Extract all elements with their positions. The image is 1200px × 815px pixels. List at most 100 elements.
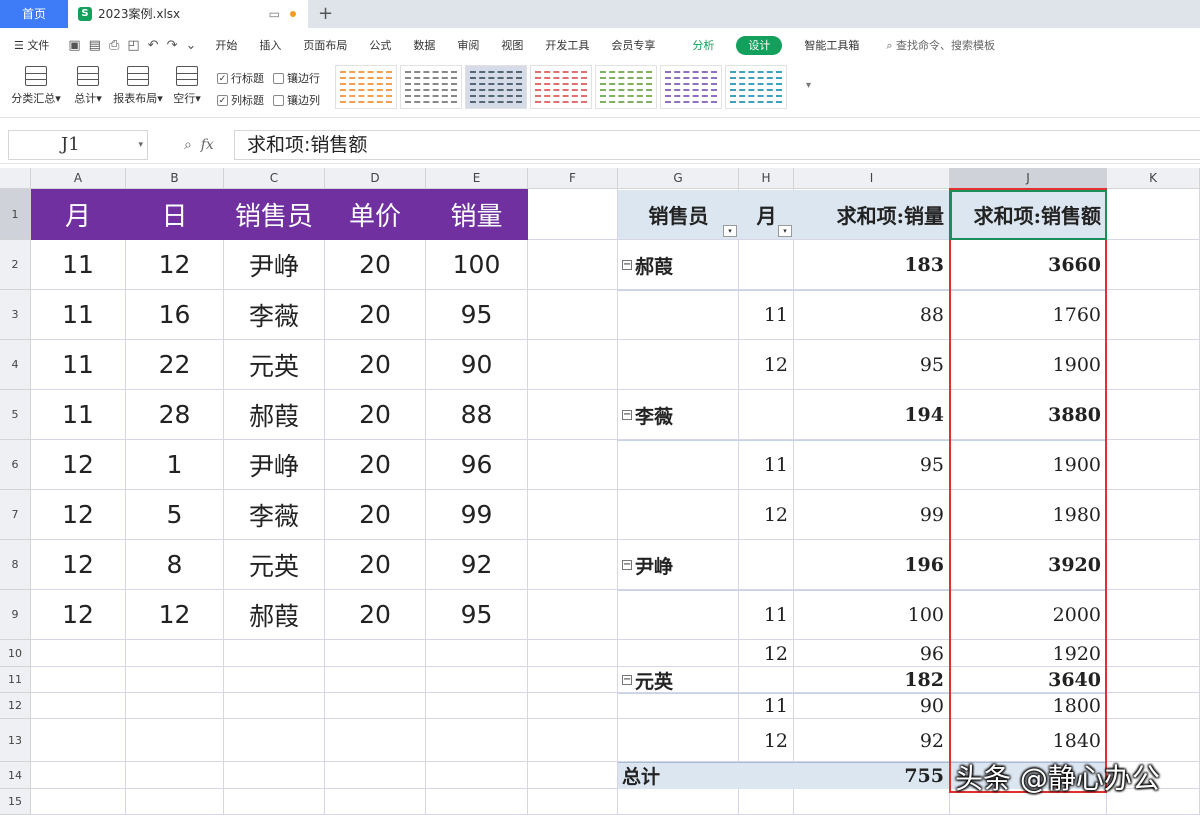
- subtotal-button[interactable]: 分类汇总▾: [8, 66, 64, 106]
- source-data-cell[interactable]: 郝葭: [224, 390, 325, 440]
- grid-cell[interactable]: [794, 789, 950, 815]
- grid-cell[interactable]: [224, 640, 325, 667]
- source-data-cell[interactable]: 元英: [224, 540, 325, 590]
- source-data-cell[interactable]: 20: [325, 290, 426, 340]
- grid-cell[interactable]: [224, 667, 325, 693]
- grid-cell[interactable]: [618, 590, 739, 640]
- row-header-13[interactable]: 13: [0, 719, 31, 762]
- grid-cell[interactable]: [31, 719, 126, 762]
- pivot-header-1[interactable]: 月 ▾: [739, 190, 794, 239]
- row-header-15[interactable]: 15: [0, 789, 31, 815]
- grid-cell[interactable]: [528, 590, 618, 640]
- row-header-3[interactable]: 3: [0, 290, 31, 340]
- menu-view[interactable]: 视图: [490, 37, 534, 53]
- chevron-down-icon[interactable]: ▾: [138, 131, 143, 159]
- grid-cell[interactable]: [426, 762, 528, 789]
- chevron-down-icon[interactable]: ⌄: [185, 38, 196, 53]
- grid-cell[interactable]: [126, 693, 224, 719]
- pivot-group-name[interactable]: − 尹峥: [618, 540, 739, 590]
- source-data-cell[interactable]: 22: [126, 340, 224, 390]
- pivot-detail-qty[interactable]: 92: [794, 719, 950, 762]
- menu-developer[interactable]: 开发工具: [534, 37, 600, 53]
- monitor-icon[interactable]: ▭: [269, 0, 280, 28]
- row-header-11[interactable]: 11: [0, 667, 31, 693]
- grid-cell[interactable]: [739, 540, 794, 590]
- grid-cell[interactable]: [1107, 590, 1200, 640]
- pivot-detail-month[interactable]: 12: [739, 340, 794, 390]
- pivot-detail-month[interactable]: 11: [739, 590, 794, 640]
- source-data-cell[interactable]: 20: [325, 240, 426, 290]
- pivot-total-label[interactable]: 总计: [618, 762, 794, 789]
- column-header-j[interactable]: J: [950, 168, 1107, 189]
- pivot-detail-qty[interactable]: 95: [794, 440, 950, 490]
- source-data-cell[interactable]: 99: [426, 490, 528, 540]
- grid-cell[interactable]: [528, 490, 618, 540]
- grid-cell[interactable]: [528, 640, 618, 667]
- source-data-cell[interactable]: 12: [126, 240, 224, 290]
- grid-cell[interactable]: [1107, 693, 1200, 719]
- grid-cell[interactable]: [1107, 719, 1200, 762]
- source-data-cell[interactable]: 12: [31, 540, 126, 590]
- grid-cell[interactable]: [528, 189, 618, 240]
- collapse-minus-icon[interactable]: −: [622, 260, 632, 270]
- column-header-i[interactable]: I: [794, 168, 950, 189]
- menu-member[interactable]: 会员专享: [600, 37, 666, 53]
- grid-cell[interactable]: [325, 667, 426, 693]
- grid-cell[interactable]: [1107, 640, 1200, 667]
- pivot-detail-month[interactable]: 11: [739, 440, 794, 490]
- pivot-detail-month[interactable]: 11: [739, 693, 794, 719]
- source-data-cell[interactable]: 尹峥: [224, 440, 325, 490]
- pivot-group-qty[interactable]: 196: [794, 540, 950, 590]
- blank-rows-button[interactable]: 空行▾: [170, 66, 204, 106]
- grid-cell[interactable]: [426, 719, 528, 762]
- tab-file[interactable]: S 2023案例.xlsx ▭: [68, 0, 308, 28]
- print-icon[interactable]: ⎙: [109, 38, 119, 53]
- pivot-group-qty[interactable]: 194: [794, 390, 950, 440]
- grid-cell[interactable]: [31, 762, 126, 789]
- grid-cell[interactable]: [528, 390, 618, 440]
- export-icon[interactable]: ▤: [89, 38, 101, 53]
- fx-icon[interactable]: fx: [201, 137, 214, 153]
- column-header-g[interactable]: G: [618, 168, 739, 189]
- row-header-2[interactable]: 2: [0, 240, 31, 290]
- zoom-icon[interactable]: ⌕: [184, 137, 192, 153]
- grid-cell[interactable]: [426, 667, 528, 693]
- source-data-cell[interactable]: 20: [325, 340, 426, 390]
- menu-file[interactable]: ☰ 文件: [0, 37, 60, 53]
- menu-page-layout[interactable]: 页面布局: [292, 37, 358, 53]
- row-header-6[interactable]: 6: [0, 440, 31, 490]
- grid-cell[interactable]: [325, 719, 426, 762]
- grid-cell[interactable]: [528, 440, 618, 490]
- source-data-cell[interactable]: 96: [426, 440, 528, 490]
- source-data-cell[interactable]: 95: [426, 290, 528, 340]
- source-data-cell[interactable]: 1: [126, 440, 224, 490]
- grid-cell[interactable]: [1107, 290, 1200, 340]
- row-header-14[interactable]: 14: [0, 762, 31, 789]
- grid-cell[interactable]: [739, 240, 794, 290]
- filter-dropdown-icon[interactable]: ▾: [723, 225, 737, 237]
- source-data-cell[interactable]: 92: [426, 540, 528, 590]
- pivot-style-swatch[interactable]: [660, 65, 722, 109]
- row-header-1[interactable]: 1: [0, 189, 31, 240]
- new-tab-plus-icon[interactable]: +: [318, 0, 333, 28]
- select-all-corner[interactable]: [0, 168, 31, 189]
- pivot-detail-month[interactable]: 12: [739, 490, 794, 540]
- pivot-group-name[interactable]: − 郝葭: [618, 240, 739, 290]
- filter-dropdown-icon[interactable]: ▾: [778, 225, 792, 237]
- source-data-cell[interactable]: 11: [31, 290, 126, 340]
- grid-cell[interactable]: [528, 762, 618, 789]
- grid-cell[interactable]: [618, 640, 739, 667]
- source-data-cell[interactable]: 12: [31, 590, 126, 640]
- source-data-cell[interactable]: 20: [325, 440, 426, 490]
- grid-cell[interactable]: [31, 789, 126, 815]
- menu-insert[interactable]: 插入: [248, 37, 292, 53]
- grid-cell[interactable]: [426, 789, 528, 815]
- menu-smart-tools[interactable]: 智能工具箱: [793, 37, 870, 53]
- row-header-7[interactable]: 7: [0, 490, 31, 540]
- source-data-cell[interactable]: 11: [31, 340, 126, 390]
- redo-icon[interactable]: ↷: [167, 38, 178, 53]
- source-data-cell[interactable]: 28: [126, 390, 224, 440]
- grid-cell[interactable]: [126, 719, 224, 762]
- source-header-cell[interactable]: 销量: [426, 189, 528, 240]
- grid-cell[interactable]: [739, 390, 794, 440]
